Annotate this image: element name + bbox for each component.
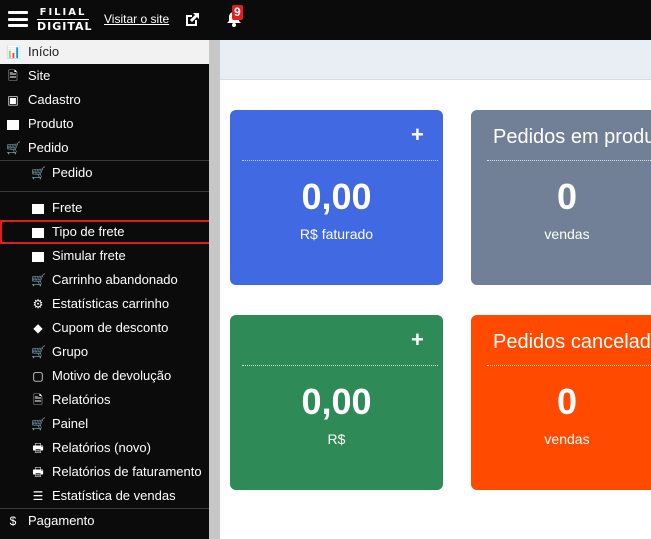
- submenu-item-label: Carrinho abandonado: [52, 272, 178, 287]
- expand-plus-icon[interactable]: +: [411, 327, 424, 353]
- submenu-item-relatorios-novo[interactable]: 🖶 Relatórios (novo): [0, 436, 209, 460]
- print-icon: 🖶: [32, 465, 44, 479]
- card-title: Pedidos cancelad: [493, 331, 651, 353]
- submenu-item-relatorios-de-faturamento[interactable]: 🖶 Relatórios de faturamento: [0, 460, 209, 484]
- submenu-item-relatorios[interactable]: 🗎 Relatórios: [0, 388, 209, 412]
- print-icon: 🖶: [32, 441, 44, 455]
- card-divider: [487, 365, 651, 366]
- cancelled-orders-card: Pedidos cancelad 0 vendas: [471, 315, 651, 490]
- card-value: 0,00: [301, 176, 372, 217]
- amount-card: + 0,00 R$: [230, 315, 443, 490]
- submenu-item-estatistica-de-vendas[interactable]: ☰ Estatística de vendas: [0, 484, 209, 508]
- submenu-item-grupo[interactable]: 🛒 Grupo: [0, 340, 209, 364]
- archive-icon: [6, 112, 20, 136]
- note-icon: ▢: [32, 369, 44, 383]
- logo[interactable]: FILIAL DIGITAL: [37, 7, 93, 33]
- sidebar-item-site[interactable]: 🗎 Site: [0, 64, 209, 88]
- logo-line2: DIGITAL: [37, 19, 93, 33]
- submenu-item-label: Estatísticas carrinho: [52, 296, 170, 311]
- cart-icon: 🛒: [31, 273, 46, 287]
- cart-icon: 🛒: [6, 141, 21, 155]
- revenue-card: + 0,00 R$ faturado: [230, 110, 443, 285]
- sidebar-item-inicio[interactable]: 📊 Início: [0, 40, 209, 64]
- list-icon: ☰: [32, 489, 44, 503]
- gears-icon: ⚙: [32, 297, 44, 311]
- card-value: 0: [556, 381, 578, 422]
- sidebar-item-label: Pagamento: [28, 513, 95, 528]
- submenu-item-motivo-de-devolucao[interactable]: ▢ Motivo de devolução: [0, 364, 209, 388]
- submenu-item-label: Relatórios (novo): [52, 440, 151, 455]
- top-bar: FILIAL DIGITAL Visitar o site 9: [0, 0, 651, 40]
- archive-icon: [31, 244, 45, 268]
- expand-plus-icon[interactable]: +: [411, 122, 424, 148]
- sidebar-item-label: Cadastro: [28, 92, 81, 107]
- main-content: + 0,00 R$ faturado Pedidos em produ 0 ve…: [220, 40, 651, 539]
- submenu-item-label: Estatística de vendas: [52, 488, 176, 503]
- sidebar-item-label: Site: [28, 68, 51, 83]
- submenu-item-label: Simular frete: [52, 248, 126, 263]
- submenu-item-label: Cupom de desconto: [52, 320, 169, 335]
- card-title: Pedidos em produ: [493, 126, 651, 148]
- sidebar-item-pedido[interactable]: 🛒 Pedido: [0, 136, 209, 160]
- dollar-icon: $: [9, 514, 17, 528]
- sidebar-scrollbar[interactable]: [209, 40, 220, 539]
- file-icon: 🗎: [8, 69, 18, 83]
- archive-icon: [31, 220, 45, 244]
- submenu-item-label: Painel: [52, 416, 89, 431]
- sidebar-item-produto[interactable]: Produto: [0, 112, 209, 136]
- submenu-item-label: Relatórios de faturamento: [52, 464, 202, 479]
- submenu-item-frete[interactable]: Frete: [0, 196, 209, 220]
- sidebar-item-cadastro[interactable]: ▣ Cadastro: [0, 88, 209, 112]
- card-subtitle: vendas: [544, 226, 590, 242]
- submenu-item-carrinho-abandonado[interactable]: 🛒 Carrinho abandonado: [0, 268, 209, 292]
- submenu-item-painel[interactable]: 🛒 Painel: [0, 412, 209, 436]
- card-divider: [242, 160, 438, 161]
- visit-site-link[interactable]: Visitar o site: [104, 12, 169, 26]
- archive-icon: [31, 196, 45, 220]
- cart-icon: 🛒: [31, 417, 46, 431]
- submenu-item-label: Pedido: [52, 165, 93, 180]
- sidebar-item-pagamento[interactable]: $ Pagamento: [0, 509, 209, 533]
- cart-icon: 🛒: [31, 345, 46, 359]
- card-divider: [487, 160, 651, 161]
- pdf-icon: 🗎: [33, 393, 43, 407]
- sidebar: 📊 Início 🗎 Site ▣ Cadastro Produto 🛒 Ped…: [0, 40, 220, 539]
- card-value: 0,00: [301, 381, 372, 422]
- cart-icon: 🛒: [31, 166, 46, 180]
- orders-in-production-card: Pedidos em produ 0 vendas: [471, 110, 651, 285]
- submenu-item-label: Tipo de frete: [52, 224, 125, 239]
- card-divider: [242, 365, 438, 366]
- menu-toggle-icon[interactable]: [8, 11, 28, 27]
- submenu-item-simular-frete[interactable]: Simular frete: [0, 244, 209, 268]
- content-header: [220, 40, 651, 80]
- notification-badge: 9: [232, 5, 243, 20]
- submenu-item-label: Motivo de devolução: [52, 368, 172, 383]
- submenu-item-cupom-de-desconto[interactable]: ◆ Cupom de desconto: [0, 316, 209, 340]
- sidebar-item-label: Pedido: [28, 140, 69, 155]
- external-link-icon[interactable]: [183, 11, 201, 29]
- divider: [0, 191, 209, 192]
- card-subtitle: R$: [327, 431, 346, 447]
- card-subtitle: vendas: [544, 431, 590, 447]
- submenu-item-label: Relatórios: [52, 392, 111, 407]
- submenu-item-pedido[interactable]: 🛒 Pedido: [0, 161, 209, 185]
- card-subtitle: R$ faturado: [299, 226, 374, 242]
- submenu-item-label: Frete: [52, 200, 83, 215]
- submenu-item-estatisticas-carrinho[interactable]: ⚙ Estatísticas carrinho: [0, 292, 209, 316]
- sidebar-item-label: Produto: [28, 116, 74, 131]
- card-value: 0: [556, 176, 578, 217]
- tag-icon: ◆: [33, 321, 43, 335]
- briefcase-icon: ▣: [7, 93, 19, 107]
- sidebar-item-label: Início: [28, 44, 60, 59]
- submenu-item-tipo-de-frete[interactable]: Tipo de frete: [0, 220, 220, 244]
- submenu-item-label: Grupo: [52, 344, 89, 359]
- chart-icon: 📊: [6, 45, 21, 59]
- logo-line1: FILIAL: [39, 7, 87, 18]
